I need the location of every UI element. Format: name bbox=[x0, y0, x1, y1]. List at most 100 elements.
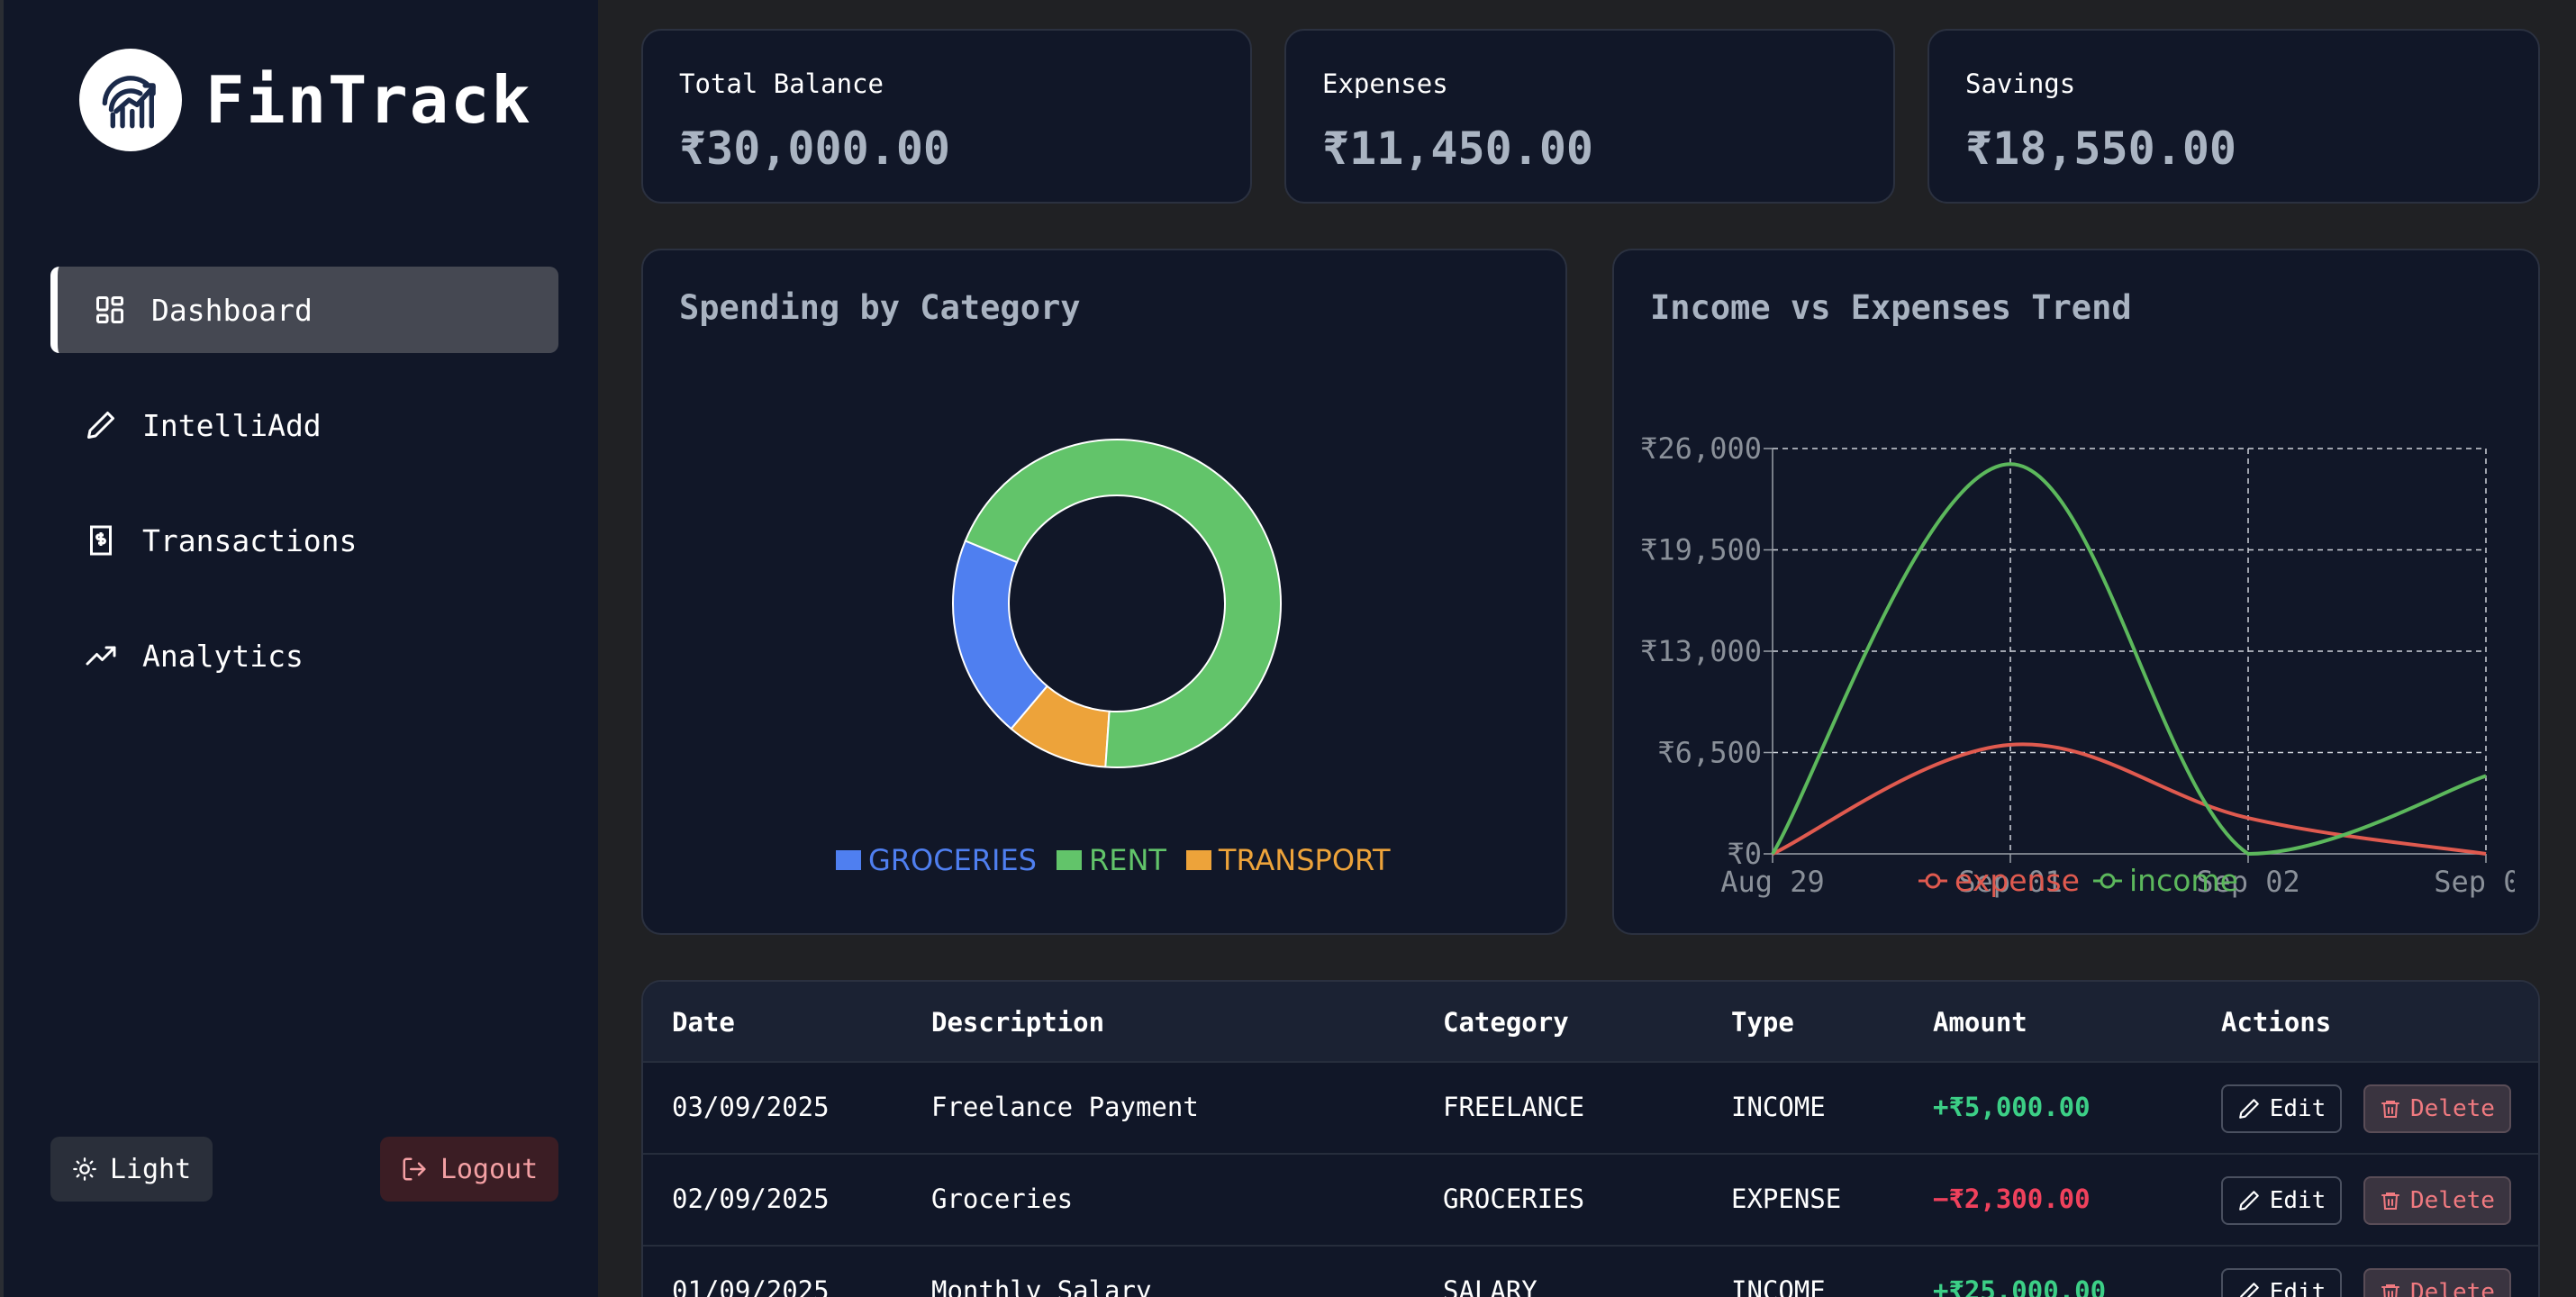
edit-label: Edit bbox=[2269, 1279, 2327, 1297]
edit-button[interactable]: Edit bbox=[2221, 1084, 2342, 1133]
sun-icon bbox=[73, 1157, 96, 1181]
y-tick-label: ₹19,500 bbox=[1640, 533, 1762, 567]
column-header-amount[interactable]: Amount bbox=[1933, 1007, 2027, 1038]
spending-chart-title: Spending by Category bbox=[679, 288, 1081, 327]
stat-card-total-balance: Total Balance ₹30,000.00 bbox=[641, 29, 1252, 204]
brand[interactable]: FinTrack bbox=[79, 49, 532, 151]
column-header-date[interactable]: Date bbox=[672, 1007, 735, 1038]
trash-icon bbox=[2381, 1193, 2400, 1210]
trend-line-chart[interactable]: ₹0₹6,500₹13,000₹19,500₹26,000Aug 29 Sep 0… bbox=[1614, 340, 2515, 917]
stat-card-savings: Savings ₹18,550.00 bbox=[1927, 29, 2540, 204]
stat-value: ₹30,000.00 bbox=[679, 122, 951, 175]
delete-label: Delete bbox=[2410, 1187, 2495, 1214]
cell-amount: +₹25,000.00 bbox=[1933, 1275, 2107, 1297]
sidebar-item-analytics[interactable]: Analytics bbox=[50, 612, 558, 699]
edit-label: Edit bbox=[2269, 1095, 2327, 1122]
trending-up-icon bbox=[81, 636, 121, 676]
legend-label-expense[interactable]: expense bbox=[1955, 863, 2080, 898]
stat-value: ₹18,550.00 bbox=[1965, 122, 2237, 175]
sidebar-item-label: Dashboard bbox=[151, 292, 313, 328]
sidebar-nav: Dashboard IntelliAdd Transactions Analyt… bbox=[50, 267, 558, 728]
edit-button[interactable]: Edit bbox=[2221, 1176, 2342, 1225]
spending-chart-legend: GROCERIES RENT TRANSPORT bbox=[836, 843, 1410, 877]
stat-card-expenses: Expenses ₹11,450.00 bbox=[1284, 29, 1895, 204]
column-header-actions: Actions bbox=[2221, 1007, 2332, 1038]
trash-icon bbox=[2381, 1101, 2400, 1118]
legend-swatch bbox=[1185, 850, 1211, 870]
spending-chart-card: Spending by Category GROCERIES RENT TRANSP… bbox=[641, 249, 1567, 935]
brand-name: FinTrack bbox=[205, 62, 532, 138]
pencil-icon bbox=[2238, 1099, 2259, 1119]
column-header-description[interactable]: Description bbox=[931, 1007, 1104, 1038]
delete-label: Delete bbox=[2410, 1279, 2495, 1297]
cell-date: 01/09/2025 bbox=[672, 1275, 830, 1297]
sidebar-item-label: IntelliAdd bbox=[142, 407, 322, 443]
donut-slice-groceries[interactable] bbox=[952, 540, 1049, 730]
sidebar-item-intelliadd[interactable]: IntelliAdd bbox=[50, 382, 558, 468]
series-line-expense[interactable] bbox=[1772, 742, 2487, 856]
cell-description: Monthly Salary bbox=[931, 1275, 1152, 1297]
delete-button[interactable]: Delete bbox=[2363, 1084, 2511, 1133]
sidebar-item-dashboard[interactable]: Dashboard bbox=[50, 267, 558, 353]
legend-swatch bbox=[1056, 850, 1082, 870]
x-tick-label: Aug 29 bbox=[1720, 865, 1825, 899]
logout-label: Logout bbox=[440, 1153, 539, 1185]
receipt-icon bbox=[81, 521, 121, 560]
cell-type: EXPENSE bbox=[1731, 1184, 1842, 1214]
legend-marker-income bbox=[2100, 873, 2116, 889]
logout-button[interactable]: Logout bbox=[380, 1137, 558, 1202]
stat-label: Total Balance bbox=[679, 68, 884, 99]
sidebar-item-transactions[interactable]: Transactions bbox=[50, 497, 558, 584]
column-header-type[interactable]: Type bbox=[1731, 1007, 1794, 1038]
sidebar: FinTrack Dashboard IntelliAdd Transactio… bbox=[0, 0, 598, 1297]
x-tick-label: Sep 03 bbox=[2434, 865, 2515, 899]
sidebar-item-label: Transactions bbox=[142, 522, 358, 558]
delete-label: Delete bbox=[2410, 1095, 2495, 1122]
cell-category: FREELANCE bbox=[1443, 1092, 1585, 1122]
legend-swatch bbox=[836, 850, 861, 870]
stat-value: ₹11,450.00 bbox=[1322, 122, 1594, 175]
legend-label-income[interactable]: income bbox=[2129, 863, 2238, 898]
column-header-category[interactable]: Category bbox=[1443, 1007, 1569, 1038]
theme-toggle-label: Light bbox=[109, 1153, 192, 1185]
delete-button[interactable]: Delete bbox=[2363, 1176, 2511, 1225]
cell-type: INCOME bbox=[1731, 1092, 1826, 1122]
theme-toggle-button[interactable]: Light bbox=[50, 1137, 213, 1202]
pencil-icon bbox=[2239, 1283, 2259, 1297]
app-root: FinTrack Dashboard IntelliAdd Transactio… bbox=[0, 0, 2576, 1297]
trend-chart-card: Income vs Expenses Trend ₹0 ₹6,500 ₹13,000… bbox=[1612, 249, 2540, 935]
sidebar-item-label: Analytics bbox=[142, 638, 304, 674]
legend-item-rent[interactable]: RENT bbox=[1056, 843, 1166, 877]
cell-category: SALARY bbox=[1443, 1275, 1537, 1297]
y-tick-label: ₹13,000 bbox=[1640, 634, 1762, 668]
cell-description: Freelance Payment bbox=[931, 1092, 1199, 1122]
cell-type: INCOME bbox=[1731, 1275, 1826, 1297]
legend-label: TRANSPORT bbox=[1218, 843, 1391, 877]
cell-amount: −₹2,300.00 bbox=[1933, 1184, 2091, 1214]
fintrack-logo-icon bbox=[79, 49, 182, 151]
spending-donut-chart[interactable] bbox=[937, 423, 1297, 784]
transactions-table: Date Description Category Type Amount Ac… bbox=[641, 980, 2540, 1297]
legend-label: RENT bbox=[1088, 843, 1166, 877]
pencil-icon bbox=[81, 405, 121, 445]
legend-label: GROCERIES bbox=[868, 843, 1037, 877]
edit-button[interactable]: Edit bbox=[2221, 1268, 2342, 1297]
table-header: Date Description Category Type Amount Ac… bbox=[643, 982, 2538, 1061]
edit-label: Edit bbox=[2269, 1187, 2327, 1214]
legend-item-groceries[interactable]: GROCERIES bbox=[836, 843, 1037, 877]
series-line-income[interactable] bbox=[1771, 462, 2487, 857]
trend-chart-title: Income vs Expenses Trend bbox=[1650, 288, 2132, 327]
y-tick-label: ₹26,000 bbox=[1640, 431, 1762, 466]
dashboard-icon bbox=[90, 290, 130, 330]
cell-date: 02/09/2025 bbox=[672, 1184, 830, 1214]
cell-date: 03/09/2025 bbox=[672, 1092, 830, 1122]
table-row: 01/09/2025 Monthly Salary SALARY INCOME … bbox=[643, 1245, 2538, 1297]
cell-amount: +₹5,000.00 bbox=[1933, 1092, 2091, 1122]
legend-item-transport[interactable]: TRANSPORT bbox=[1185, 843, 1391, 877]
delete-button[interactable]: Delete bbox=[2363, 1268, 2511, 1297]
cell-description: Groceries bbox=[931, 1184, 1074, 1214]
table-row: 02/09/2025 Groceries GROCERIES EXPENSE −… bbox=[643, 1153, 2538, 1245]
stat-label: Expenses bbox=[1322, 68, 1448, 99]
table-row: 03/09/2025 Freelance Payment FREELANCE I… bbox=[643, 1061, 2538, 1153]
stat-label: Savings bbox=[1965, 68, 2076, 99]
